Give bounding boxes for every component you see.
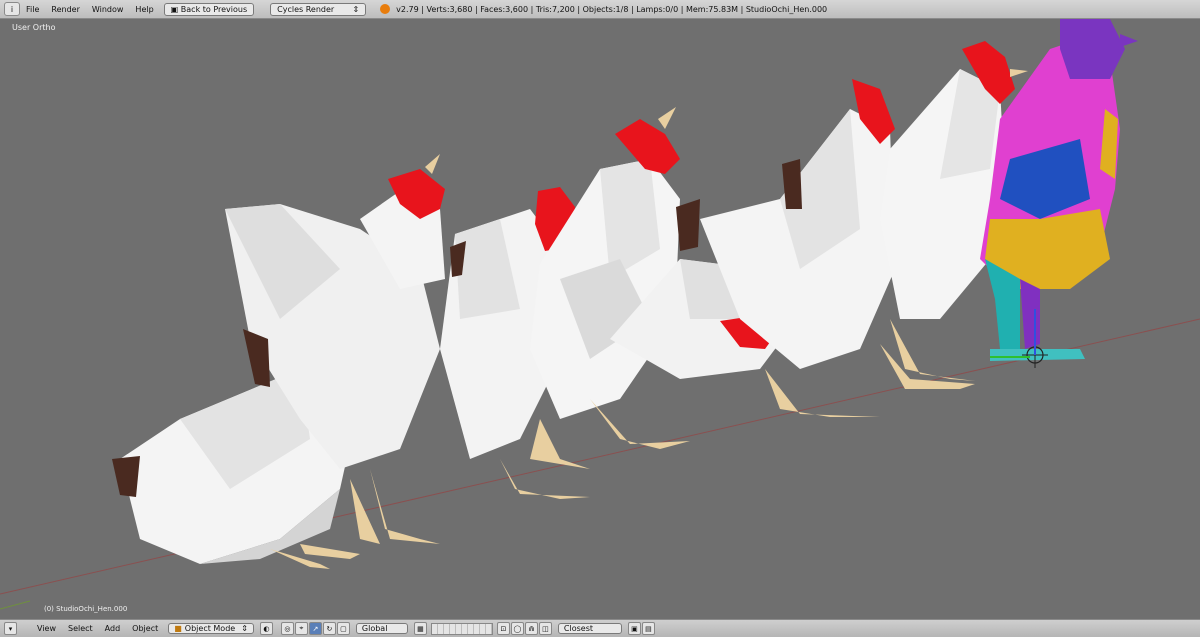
- 3d-view-header: ▾ View Select Add Object ■ Object Mode ⇕…: [0, 619, 1200, 637]
- blender-logo-icon: [380, 4, 391, 14]
- back-to-previous-button[interactable]: ▣ Back to Previous: [163, 2, 255, 16]
- menu-object[interactable]: Object: [126, 624, 164, 633]
- rotate-manipulator-icon[interactable]: ↻: [322, 622, 336, 635]
- back-to-previous-label: Back to Previous: [180, 4, 248, 14]
- lock-layer-icon[interactable]: ⊡: [496, 622, 510, 635]
- menu-select[interactable]: Select: [62, 624, 99, 633]
- snap-target-select[interactable]: Closest: [557, 623, 622, 634]
- 3d-viewport[interactable]: User Ortho (0) StudioOchi_Hen.000: [0, 19, 1200, 619]
- pivot-icon[interactable]: ◎: [280, 622, 294, 635]
- transform-orientation-select[interactable]: Global: [355, 623, 408, 634]
- proportional-edit-icon[interactable]: ◯: [510, 622, 524, 635]
- back-icon: ▣: [170, 4, 181, 14]
- scale-manipulator-icon[interactable]: ▢: [336, 622, 350, 635]
- scene-stats: v2.79 | Verts:3,680 | Faces:3,600 | Tris…: [396, 4, 828, 14]
- render-engine-select[interactable]: Cycles Render ⇕: [270, 2, 367, 16]
- translate-manipulator-icon[interactable]: ↗: [308, 622, 322, 635]
- snap-target-label: Closest: [563, 624, 594, 633]
- render-animation-icon[interactable]: ▤: [641, 622, 655, 635]
- y-axis-line: [0, 600, 31, 610]
- menu-view[interactable]: View: [31, 624, 62, 633]
- layers-icon[interactable]: ▦: [413, 622, 427, 635]
- shading-icon[interactable]: ◐: [259, 622, 273, 635]
- orientation-label: Global: [361, 624, 388, 633]
- mode-select[interactable]: ■ Object Mode ⇕: [168, 623, 254, 634]
- render-engine-label: Cycles Render: [277, 4, 335, 14]
- layer-grid[interactable]: [430, 622, 493, 635]
- scene-canvas[interactable]: [0, 19, 1200, 619]
- manipulator-toggle-icon[interactable]: ⌖: [294, 622, 308, 635]
- active-object-label: (0) StudioOchi_Hen.000: [44, 605, 128, 613]
- menu-file[interactable]: File: [20, 5, 45, 14]
- snap-toggle-icon[interactable]: ⋒: [524, 622, 538, 635]
- menu-window[interactable]: Window: [86, 5, 130, 14]
- mode-label: Object Mode: [184, 624, 236, 633]
- chevron-updown-icon: ⇕: [241, 624, 248, 633]
- menu-help[interactable]: Help: [129, 5, 159, 14]
- editor-type-icon[interactable]: ▾: [4, 622, 17, 635]
- chevron-updown-icon: ⇕: [352, 4, 360, 14]
- info-editor-icon[interactable]: i: [4, 2, 20, 16]
- object-mode-icon: ■: [174, 624, 182, 633]
- menu-add[interactable]: Add: [99, 624, 127, 633]
- menu-render[interactable]: Render: [45, 5, 85, 14]
- snap-element-icon[interactable]: ◫: [538, 622, 552, 635]
- info-header: i File Render Window Help ▣ Back to Prev…: [0, 0, 1200, 19]
- render-preview-icon[interactable]: ▣: [627, 622, 641, 635]
